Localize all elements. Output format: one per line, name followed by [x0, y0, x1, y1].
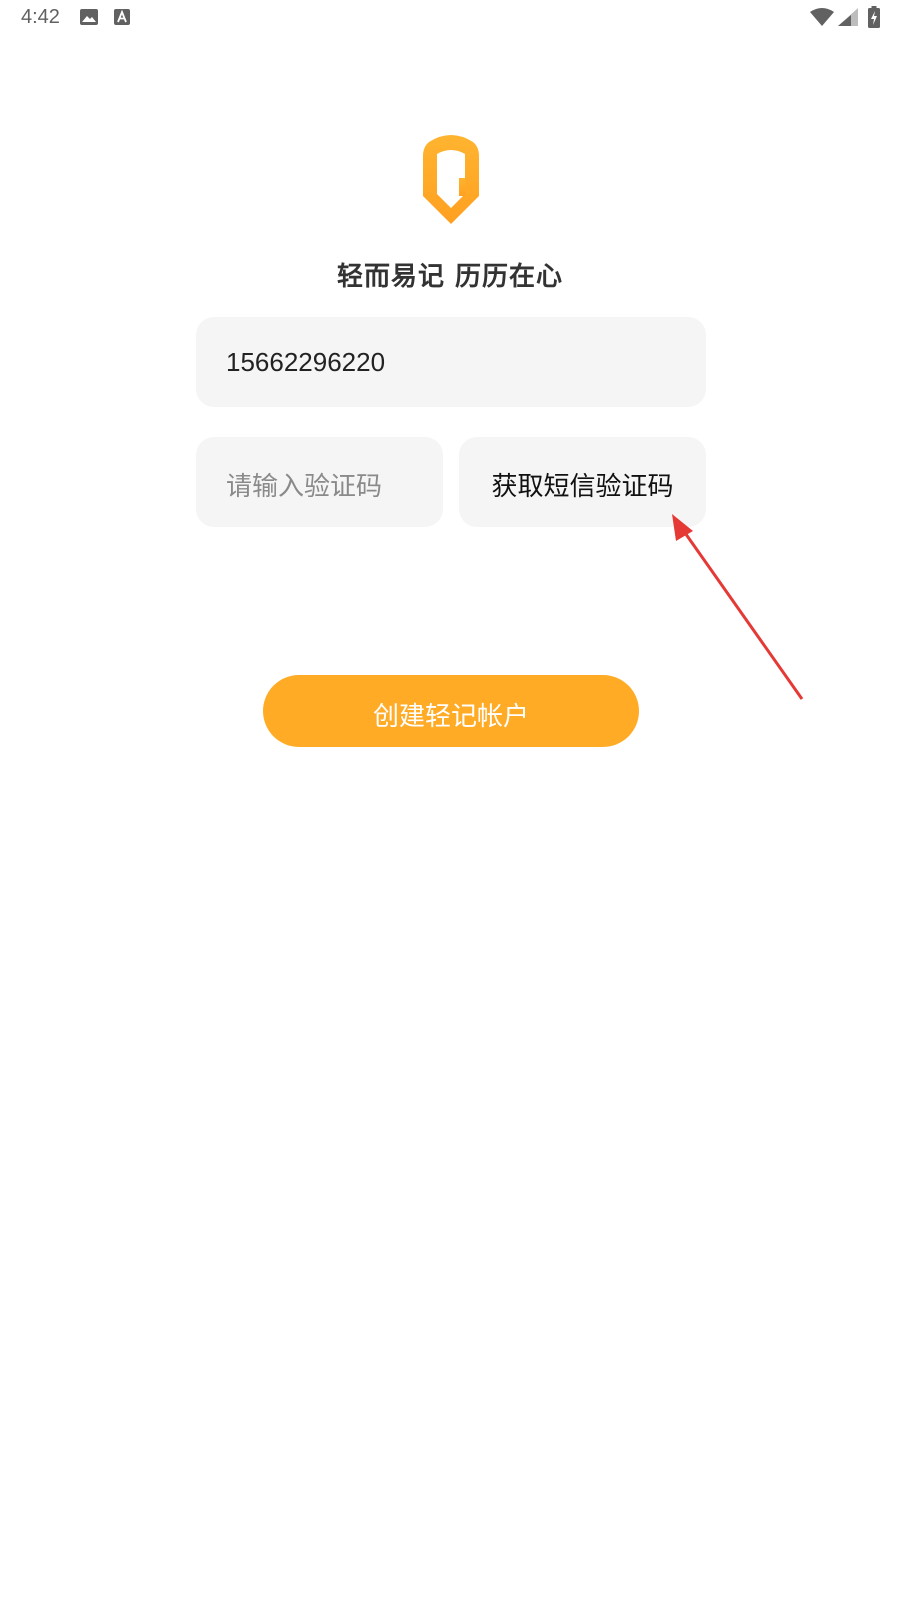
a-box-icon [114, 9, 130, 25]
battery-charging-icon [868, 6, 880, 28]
annotation-arrow-icon [672, 514, 804, 700]
app-logo-icon [423, 135, 479, 224]
get-sms-code-label: 获取短信验证码 [491, 472, 674, 502]
cell-signal-icon [838, 8, 858, 26]
verification-code-input[interactable]: 请输入验证码 [196, 437, 443, 527]
status-time: 4:42 [21, 6, 60, 28]
create-account-label: 创建轻记帐户 [372, 702, 529, 732]
get-sms-code-button[interactable]: 获取短信验证码 [459, 437, 706, 527]
phone-value: 15662296220 [226, 347, 386, 377]
phone-field[interactable]: 15662296220 [196, 317, 706, 407]
wifi-icon [810, 8, 834, 26]
verification-code-placeholder: 请输入验证码 [226, 472, 383, 502]
status-bar: 4:42 [0, 0, 900, 40]
signup-screen: 4:42 轻而易记 历历在心 15662296220 请输入验证码 获取短信验证… [0, 0, 900, 1600]
slogan: 轻而易记 历历在心 [336, 262, 564, 292]
create-account-button[interactable]: 创建轻记帐户 [263, 675, 639, 747]
image-icon [80, 9, 98, 25]
